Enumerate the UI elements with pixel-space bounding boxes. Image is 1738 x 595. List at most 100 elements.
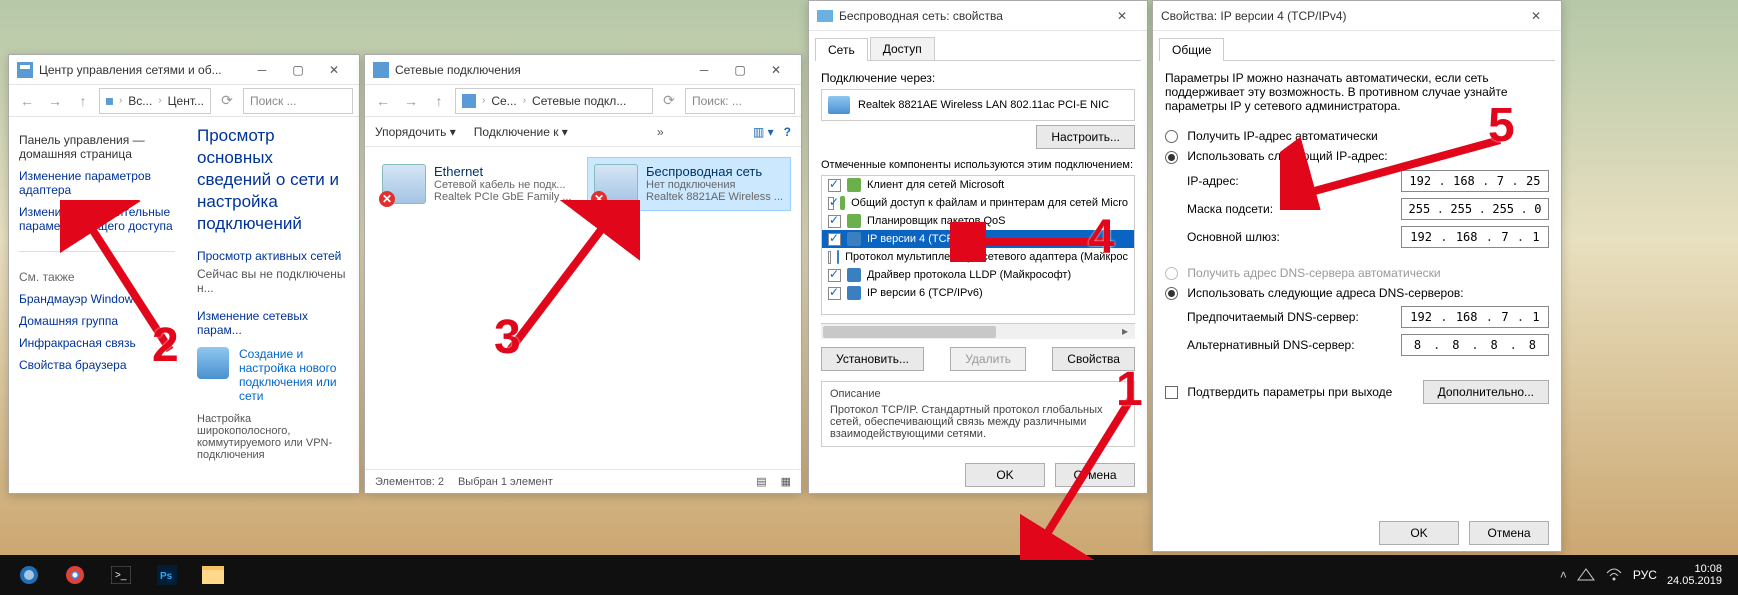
- help-icon[interactable]: ?: [784, 125, 791, 139]
- comp-mux[interactable]: Протокол мультиплексора сетевого адаптер…: [822, 248, 1134, 266]
- window-ipv4-properties: Свойства: IP версии 4 (TCP/IPv4) ✕ Общие…: [1152, 0, 1562, 552]
- organize-menu[interactable]: Упорядочить ▾: [375, 125, 456, 139]
- checkbox[interactable]: [828, 215, 841, 228]
- properties-button[interactable]: Свойства: [1052, 347, 1135, 371]
- radio-icon[interactable]: [1165, 287, 1178, 300]
- wifi-tray-icon[interactable]: [1605, 567, 1623, 584]
- mask-input[interactable]: 255. 255. 255. 0: [1401, 198, 1549, 220]
- configure-button[interactable]: Настроить...: [1036, 125, 1135, 149]
- forward-button[interactable]: →: [399, 89, 423, 113]
- photoshop-icon[interactable]: Ps: [144, 555, 190, 595]
- window-title: Центр управления сетями и об...: [39, 63, 245, 77]
- comp-ipv6[interactable]: IP версии 6 (TCP/IPv6): [822, 284, 1134, 302]
- checkbox[interactable]: [828, 179, 841, 192]
- refresh-button[interactable]: ⟳: [215, 89, 239, 113]
- search-input[interactable]: Поиск ...: [243, 88, 353, 114]
- view-details-icon[interactable]: ▤: [756, 475, 766, 488]
- breadcrumb[interactable]: Цент...: [168, 94, 204, 108]
- new-connection-link[interactable]: Создание и настройка нового подключения …: [239, 347, 347, 403]
- tab-general[interactable]: Общие: [1159, 38, 1224, 61]
- ethernet-item[interactable]: ✕ Ethernet Сетевой кабель не подк... Rea…: [375, 157, 579, 211]
- search-input[interactable]: Поиск: ...: [685, 88, 795, 114]
- gw-input[interactable]: 192. 168. 7. 1: [1401, 226, 1549, 248]
- advanced-sharing-link[interactable]: Изменить дополнительные параметры общего…: [19, 205, 175, 233]
- address-bar[interactable]: › Вс... › Цент...: [99, 88, 211, 114]
- tabstrip: Сеть Доступ: [815, 37, 1141, 61]
- ip-label: IP-адрес:: [1187, 174, 1401, 188]
- component-list[interactable]: Клиент для сетей Microsoft Общий доступ …: [821, 175, 1135, 315]
- radio-manual-ip[interactable]: Использовать следующий IP-адрес:: [1165, 149, 1549, 163]
- comp-qos[interactable]: Планировщик пакетов QoS: [822, 212, 1134, 230]
- components-label: Отмеченные компоненты используются этим …: [821, 159, 1135, 171]
- view-list-icon[interactable]: ▦: [781, 475, 791, 488]
- tab-access[interactable]: Доступ: [870, 37, 935, 60]
- cancel-button[interactable]: Отмена: [1055, 463, 1135, 487]
- broadband-desc: Настройка широкополосного, коммутируемог…: [197, 413, 347, 461]
- dns1-input[interactable]: 192. 168. 7. 1: [1401, 306, 1549, 328]
- close-button[interactable]: ✕: [317, 59, 351, 81]
- checkbox[interactable]: [828, 197, 834, 210]
- checkbox[interactable]: [828, 287, 841, 300]
- comp-file-sharing[interactable]: Общий доступ к файлам и принтерам для се…: [822, 194, 1134, 212]
- comp-ms-client[interactable]: Клиент для сетей Microsoft: [822, 176, 1134, 194]
- homegroup-link[interactable]: Домашняя группа: [19, 314, 175, 328]
- refresh-button[interactable]: ⟳: [657, 89, 681, 113]
- up-button[interactable]: ↑: [71, 89, 95, 113]
- maximize-button[interactable]: ▢: [281, 59, 315, 81]
- advanced-button[interactable]: Дополнительно...: [1423, 380, 1549, 404]
- breadcrumb[interactable]: Сетевые подкл...: [532, 94, 626, 108]
- comp-ipv4[interactable]: IP версии 4 (TCP/IPv4): [822, 230, 1134, 248]
- back-button[interactable]: ←: [371, 89, 395, 113]
- cp-home-link[interactable]: Панель управления — домашняя страница: [19, 133, 175, 161]
- ok-button[interactable]: OK: [965, 463, 1045, 487]
- network-setup-icon: [197, 347, 229, 379]
- tab-network[interactable]: Сеть: [815, 38, 868, 61]
- infrared-link[interactable]: Инфракрасная связь: [19, 336, 175, 350]
- view-icon[interactable]: ▥ ▾: [753, 125, 774, 139]
- terminal-icon[interactable]: >_: [98, 555, 144, 595]
- new-connection-task[interactable]: Создание и настройка нового подключения …: [197, 347, 347, 403]
- language-indicator[interactable]: РУС: [1633, 568, 1657, 582]
- h-scrollbar[interactable]: ▸: [821, 323, 1135, 339]
- checkbox[interactable]: [1165, 386, 1178, 399]
- breadcrumb[interactable]: Вс...: [128, 94, 152, 108]
- radio-manual-dns[interactable]: Использовать следующие адреса DNS-сервер…: [1165, 286, 1549, 300]
- minimize-button[interactable]: ─: [245, 59, 279, 81]
- wireless-item[interactable]: ✕ Беспроводная сеть Нет подключения Real…: [587, 157, 791, 211]
- chrome-icon[interactable]: [52, 555, 98, 595]
- radio-icon[interactable]: [1165, 151, 1178, 164]
- firewall-link[interactable]: Брандмауэр Windows: [19, 292, 175, 306]
- dns2-input[interactable]: 8. 8. 8. 8: [1401, 334, 1549, 356]
- checkbox[interactable]: [828, 233, 841, 246]
- checkbox[interactable]: [828, 251, 831, 264]
- connect-to-menu[interactable]: Подключение к ▾: [474, 125, 568, 139]
- titlebar: Сетевые подключения ─ ▢ ✕: [365, 55, 801, 85]
- forward-button[interactable]: →: [43, 89, 67, 113]
- back-button[interactable]: ←: [15, 89, 39, 113]
- comp-lldp[interactable]: Драйвер протокола LLDP (Майкрософт): [822, 266, 1134, 284]
- validate-checkbox-row[interactable]: Подтвердить параметры при выходе: [1165, 385, 1392, 399]
- ip-input[interactable]: 192. 168. 7. 25: [1401, 170, 1549, 192]
- window-title: Сетевые подключения: [395, 63, 687, 77]
- install-button[interactable]: Установить...: [821, 347, 924, 371]
- close-button[interactable]: ✕: [759, 59, 793, 81]
- maximize-button[interactable]: ▢: [723, 59, 757, 81]
- radio-icon[interactable]: [1165, 130, 1178, 143]
- clock[interactable]: 10:08 24.05.2019: [1667, 563, 1722, 587]
- address-bar[interactable]: › Се... › Сетевые подкл...: [455, 88, 653, 114]
- change-adapter-link[interactable]: Изменение параметров адаптера: [19, 169, 175, 197]
- cancel-button[interactable]: Отмена: [1469, 521, 1549, 545]
- tray-up-icon[interactable]: ˄: [1560, 568, 1567, 582]
- checkbox[interactable]: [828, 269, 841, 282]
- breadcrumb[interactable]: Се...: [491, 94, 516, 108]
- close-button[interactable]: ✕: [1105, 5, 1139, 27]
- network-tray-icon[interactable]: [1577, 567, 1595, 584]
- ok-button[interactable]: OK: [1379, 521, 1459, 545]
- up-button[interactable]: ↑: [427, 89, 451, 113]
- start-button[interactable]: [6, 555, 52, 595]
- minimize-button[interactable]: ─: [687, 59, 721, 81]
- explorer-icon[interactable]: [190, 555, 236, 595]
- radio-auto-ip[interactable]: Получить IP-адрес автоматически: [1165, 129, 1549, 143]
- browser-props-link[interactable]: Свойства браузера: [19, 358, 175, 372]
- close-button[interactable]: ✕: [1519, 5, 1553, 27]
